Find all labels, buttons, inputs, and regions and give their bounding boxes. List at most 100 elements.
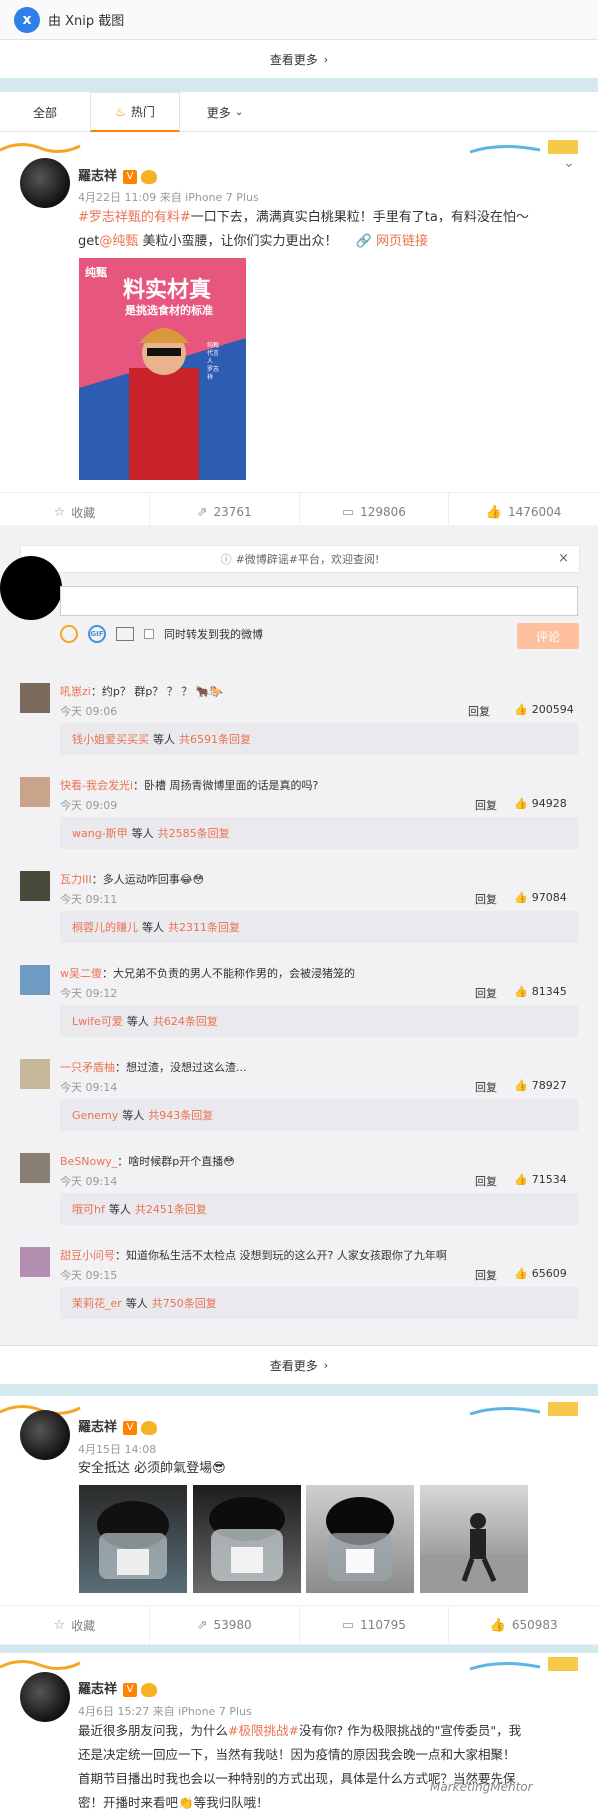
comment-button[interactable]: ▭ 110795 bbox=[300, 1606, 450, 1644]
post2-action-bar: ☆ 收藏 ⇗ 53980 ▭ 110795 👍 650983 bbox=[0, 1605, 598, 1645]
sub-reply-count[interactable]: 共6591条回复 bbox=[179, 731, 251, 747]
commenter-name[interactable]: 瓦力III bbox=[60, 873, 92, 886]
rumor-notice[interactable]: ⓘ #微博辟谣#平台，欢迎查阅! × bbox=[20, 545, 580, 573]
post-menu-chevron-icon[interactable]: ⌄ bbox=[563, 155, 575, 171]
like-count: 650983 bbox=[511, 1618, 558, 1632]
reply-button[interactable]: 回复 bbox=[468, 703, 490, 719]
reply-button[interactable]: 回复 bbox=[475, 1079, 497, 1095]
post-photo-1[interactable] bbox=[79, 1485, 187, 1593]
sub-reply-summary[interactable]: wang-斯甲 等人 共2585条回复 bbox=[60, 817, 578, 849]
reply-button[interactable]: 回复 bbox=[475, 985, 497, 1001]
sub-reply-count[interactable]: 共750条回复 bbox=[152, 1295, 217, 1311]
close-icon[interactable]: × bbox=[558, 551, 569, 566]
repost-button[interactable]: ⇗ 53980 bbox=[150, 1606, 300, 1644]
sub-reply-user[interactable]: Genemy bbox=[72, 1109, 118, 1122]
sub-reply-user[interactable]: wang-斯甲 bbox=[72, 825, 128, 841]
sub-reply-summary[interactable]: Lwife可爱 等人 共624条回复 bbox=[60, 1005, 578, 1037]
commenter-name[interactable]: 甜豆小问号 bbox=[60, 1249, 115, 1262]
reply-button[interactable]: 回复 bbox=[475, 1267, 497, 1283]
comment-like-button[interactable]: 👍 97084 bbox=[514, 891, 567, 904]
commenter-name[interactable]: 快看-我会发光i bbox=[60, 779, 133, 792]
favorite-button[interactable]: ☆ 收藏 bbox=[0, 1606, 150, 1644]
commenter-avatar[interactable] bbox=[20, 871, 50, 901]
author-name[interactable]: 羅志祥 bbox=[78, 1682, 117, 1697]
sub-reply-count[interactable]: 共2311条回复 bbox=[168, 919, 240, 935]
author-avatar[interactable] bbox=[20, 158, 70, 208]
post-meta: 4月15日 14:08 bbox=[78, 1443, 157, 1456]
comment-time: 今天 09:09 bbox=[60, 799, 118, 812]
comment-like-button[interactable]: 👍 65609 bbox=[514, 1267, 567, 1280]
author-avatar[interactable] bbox=[20, 1672, 70, 1722]
like-button[interactable]: 👍 650983 bbox=[449, 1606, 598, 1644]
watermark: MarketingMentor bbox=[430, 1780, 533, 1794]
ad-subtitle: 是挑选食材的标准 bbox=[125, 304, 213, 317]
sub-reply-count[interactable]: 共2451条回复 bbox=[135, 1201, 207, 1217]
post-photo-3[interactable] bbox=[306, 1485, 414, 1593]
post-photo-2[interactable] bbox=[193, 1485, 301, 1593]
post-meta: 4月6日 15:27 来自 iPhone 7 Plus bbox=[78, 1705, 252, 1718]
comment-like-button[interactable]: 👍 200594 bbox=[514, 703, 574, 716]
web-link[interactable]: 🔗 网页链接 bbox=[356, 234, 428, 249]
sub-reply-summary[interactable]: 哦可hf 等人 共2451条回复 bbox=[60, 1193, 578, 1225]
sub-reply-summary[interactable]: 茉莉花_er 等人 共750条回复 bbox=[60, 1287, 578, 1319]
emoji-icon[interactable] bbox=[60, 625, 78, 643]
comment-like-button[interactable]: 👍 94928 bbox=[514, 797, 567, 810]
topic-tag[interactable]: #极限挑战# bbox=[228, 1723, 299, 1738]
comment-like-button[interactable]: 👍 71534 bbox=[514, 1173, 567, 1186]
sub-reply-count[interactable]: 共624条回复 bbox=[153, 1013, 218, 1029]
crown-icon bbox=[141, 1420, 158, 1435]
sub-reply-user[interactable]: Lwife可爱 bbox=[72, 1013, 123, 1029]
tab-more[interactable]: 更多 ⌄ bbox=[180, 92, 270, 132]
commenter-avatar[interactable] bbox=[20, 1059, 50, 1089]
commenter-avatar[interactable] bbox=[20, 1247, 50, 1277]
commenter-name[interactable]: 吼崽zi bbox=[60, 685, 91, 698]
thumbs-up-icon: 👍 bbox=[514, 1173, 528, 1186]
author-avatar[interactable] bbox=[20, 1410, 70, 1460]
reply-button[interactable]: 回复 bbox=[475, 797, 497, 813]
post-photo-4[interactable] bbox=[420, 1485, 528, 1593]
reply-button[interactable]: 回复 bbox=[475, 891, 497, 907]
tab-all[interactable]: 全部 bbox=[0, 92, 90, 132]
comment-like-button[interactable]: 👍 78927 bbox=[514, 1079, 567, 1092]
sub-reply-etc: 等人 bbox=[125, 1297, 148, 1310]
author-name[interactable]: 羅志祥 bbox=[78, 169, 117, 184]
comment-colon: ： bbox=[115, 1249, 126, 1262]
comment-input[interactable] bbox=[60, 586, 578, 616]
commenter-avatar[interactable] bbox=[20, 683, 50, 713]
comment-line: BeSNowy_：啥时候群p开个直播😳 bbox=[60, 1153, 235, 1169]
crown-icon bbox=[141, 1682, 158, 1697]
post-image[interactable]: 纯甄 料实材真 是挑选食材的标准 纯甄代言人 罗志祥 bbox=[79, 258, 246, 480]
sub-reply-summary[interactable]: Genemy 等人 共943条回复 bbox=[60, 1099, 578, 1131]
reply-button[interactable]: 回复 bbox=[475, 1173, 497, 1189]
sub-reply-user[interactable]: 钱小姐爱买买买 bbox=[72, 731, 149, 747]
image-upload-icon[interactable] bbox=[116, 627, 134, 641]
submit-comment-button[interactable]: 评论 bbox=[517, 623, 579, 649]
sub-reply-count[interactable]: 共2585条回复 bbox=[158, 825, 230, 841]
commenter-name[interactable]: w吴二傻 bbox=[60, 967, 102, 980]
commenter-avatar[interactable] bbox=[20, 965, 50, 995]
commenter-avatar[interactable] bbox=[20, 1153, 50, 1183]
sub-reply-summary[interactable]: 桐蓉儿的赚儿 等人 共2311条回复 bbox=[60, 911, 578, 943]
comment-time: 今天 09:15 bbox=[60, 1269, 118, 1282]
sub-reply-user[interactable]: 哦可hf bbox=[72, 1201, 105, 1217]
sync-checkbox[interactable] bbox=[144, 629, 154, 639]
sub-reply-user[interactable]: 桐蓉儿的赚儿 bbox=[72, 919, 138, 935]
star-icon: ☆ bbox=[53, 504, 66, 520]
author-name[interactable]: 羅志祥 bbox=[78, 1420, 117, 1435]
crown-icon bbox=[141, 169, 158, 184]
gif-icon[interactable]: GIF bbox=[88, 625, 106, 643]
commenter-avatar[interactable] bbox=[20, 777, 50, 807]
see-more-comments[interactable]: 查看更多 › bbox=[0, 1346, 598, 1384]
info-icon: ⓘ bbox=[220, 553, 232, 566]
see-more-top[interactable]: 查看更多 › bbox=[0, 40, 598, 78]
commenter-name[interactable]: 一只矛盾柚 bbox=[60, 1061, 115, 1074]
commenter-name[interactable]: BeSNowy_ bbox=[60, 1155, 117, 1168]
sub-reply-summary[interactable]: 钱小姐爱买买买 等人 共6591条回复 bbox=[60, 723, 578, 755]
see-more-label: 查看更多 bbox=[269, 52, 318, 67]
sub-reply-user[interactable]: 茉莉花_er bbox=[72, 1295, 122, 1311]
tab-hot[interactable]: ♨ 热门 bbox=[90, 92, 180, 132]
sub-reply-count[interactable]: 共943条回复 bbox=[148, 1107, 213, 1123]
mention-link[interactable]: @纯甄 bbox=[99, 234, 138, 249]
topic-tag[interactable]: #罗志祥甄的有料# bbox=[78, 210, 191, 225]
comment-like-button[interactable]: 👍 81345 bbox=[514, 985, 567, 998]
